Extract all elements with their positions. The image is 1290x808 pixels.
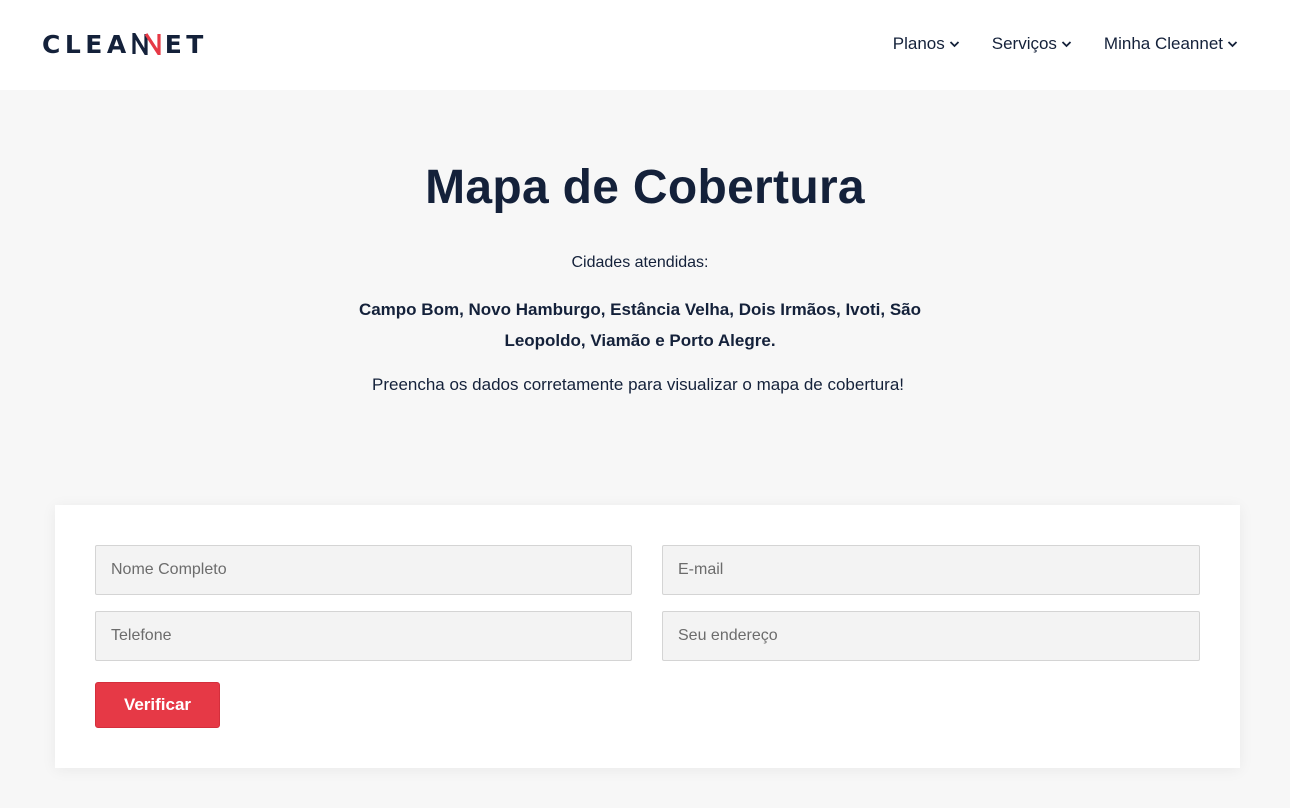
logo-text-left: CLEA bbox=[42, 29, 131, 59]
cities-list: Campo Bom, Novo Hamburgo, Estância Velha… bbox=[358, 300, 922, 350]
nav-item-label: Serviços bbox=[991, 34, 1057, 53]
email-input[interactable] bbox=[662, 545, 1200, 595]
logo-text-right: ET bbox=[164, 29, 208, 59]
page-title: Mapa de Cobertura bbox=[425, 161, 865, 214]
telefone-input[interactable] bbox=[95, 611, 632, 661]
verificar-button[interactable]: Verificar bbox=[95, 682, 220, 728]
cleannet-logo[interactable]: CLEA ET bbox=[42, 29, 208, 59]
coverage-form-card: Verificar bbox=[55, 505, 1240, 768]
nav-item-planos[interactable]: Planos bbox=[893, 32, 960, 56]
cities-subtitle: Cidades atendidas: bbox=[571, 254, 709, 271]
nav-item-minha-cleannet[interactable]: Minha Cleannet bbox=[1104, 32, 1238, 56]
endereco-input[interactable] bbox=[662, 611, 1200, 661]
nome-completo-input[interactable] bbox=[95, 545, 632, 595]
chevron-down-icon bbox=[1061, 41, 1072, 48]
chevron-down-icon bbox=[949, 41, 959, 48]
nav-item-label: Minha Cleannet bbox=[1103, 34, 1223, 53]
instruction-text: Preencha os dados corretamente para visu… bbox=[371, 375, 905, 394]
logo-mark-icon bbox=[132, 33, 161, 55]
nav-item-label: Planos bbox=[892, 34, 945, 53]
chevron-down-icon bbox=[1227, 41, 1238, 48]
nav-item-servicos[interactable]: Serviços bbox=[992, 32, 1072, 56]
main-nav: Planos Serviços Minha Cleannet bbox=[893, 32, 1238, 56]
site-header: CLEA ET Planos Serviços Minha Cleannet bbox=[0, 0, 1290, 90]
